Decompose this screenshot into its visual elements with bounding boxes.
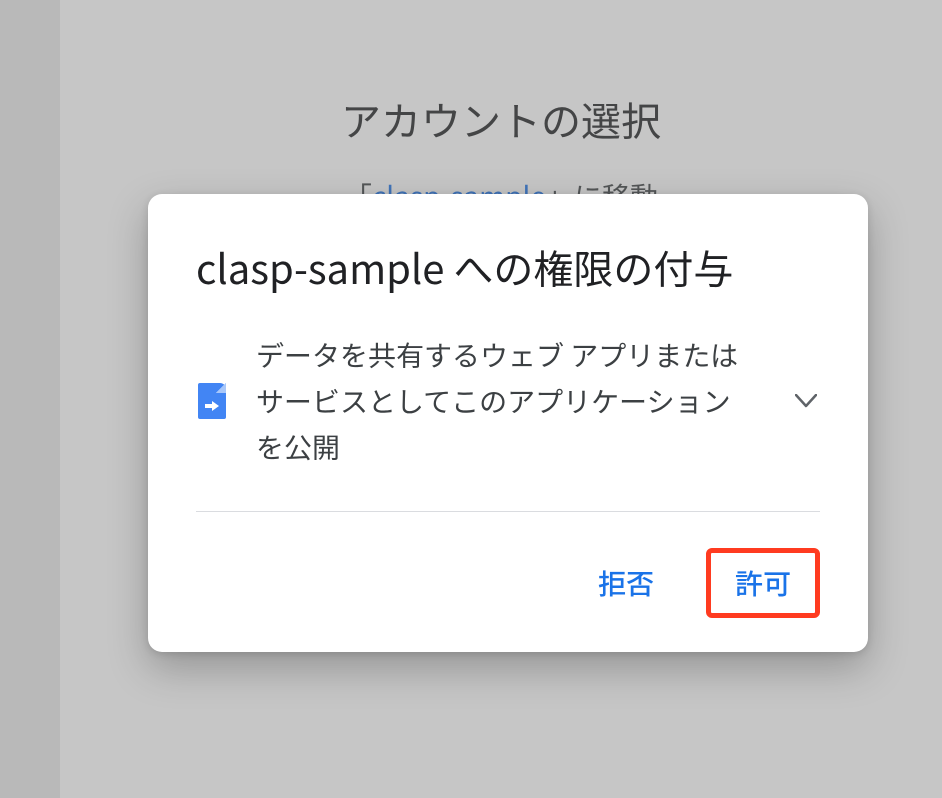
permission-text: データを共有するウェブ アプリまたはサービスとしてこのアプリケーションを公開	[256, 332, 764, 471]
permissions-dialog: clasp-sample への権限の付与 データを共有するウェブ アプリまたはサ…	[148, 194, 868, 652]
chevron-down-icon[interactable]	[792, 394, 820, 408]
permission-item[interactable]: データを共有するウェブ アプリまたはサービスとしてこのアプリケーションを公開	[148, 292, 868, 511]
allow-button[interactable]: 許可	[713, 555, 813, 611]
dialog-button-row: 拒否 許可	[148, 512, 868, 618]
allow-button-highlight: 許可	[706, 548, 820, 618]
deny-button[interactable]: 拒否	[574, 553, 678, 613]
dialog-title: clasp-sample への権限の付与	[148, 242, 868, 292]
file-export-icon	[196, 383, 228, 419]
